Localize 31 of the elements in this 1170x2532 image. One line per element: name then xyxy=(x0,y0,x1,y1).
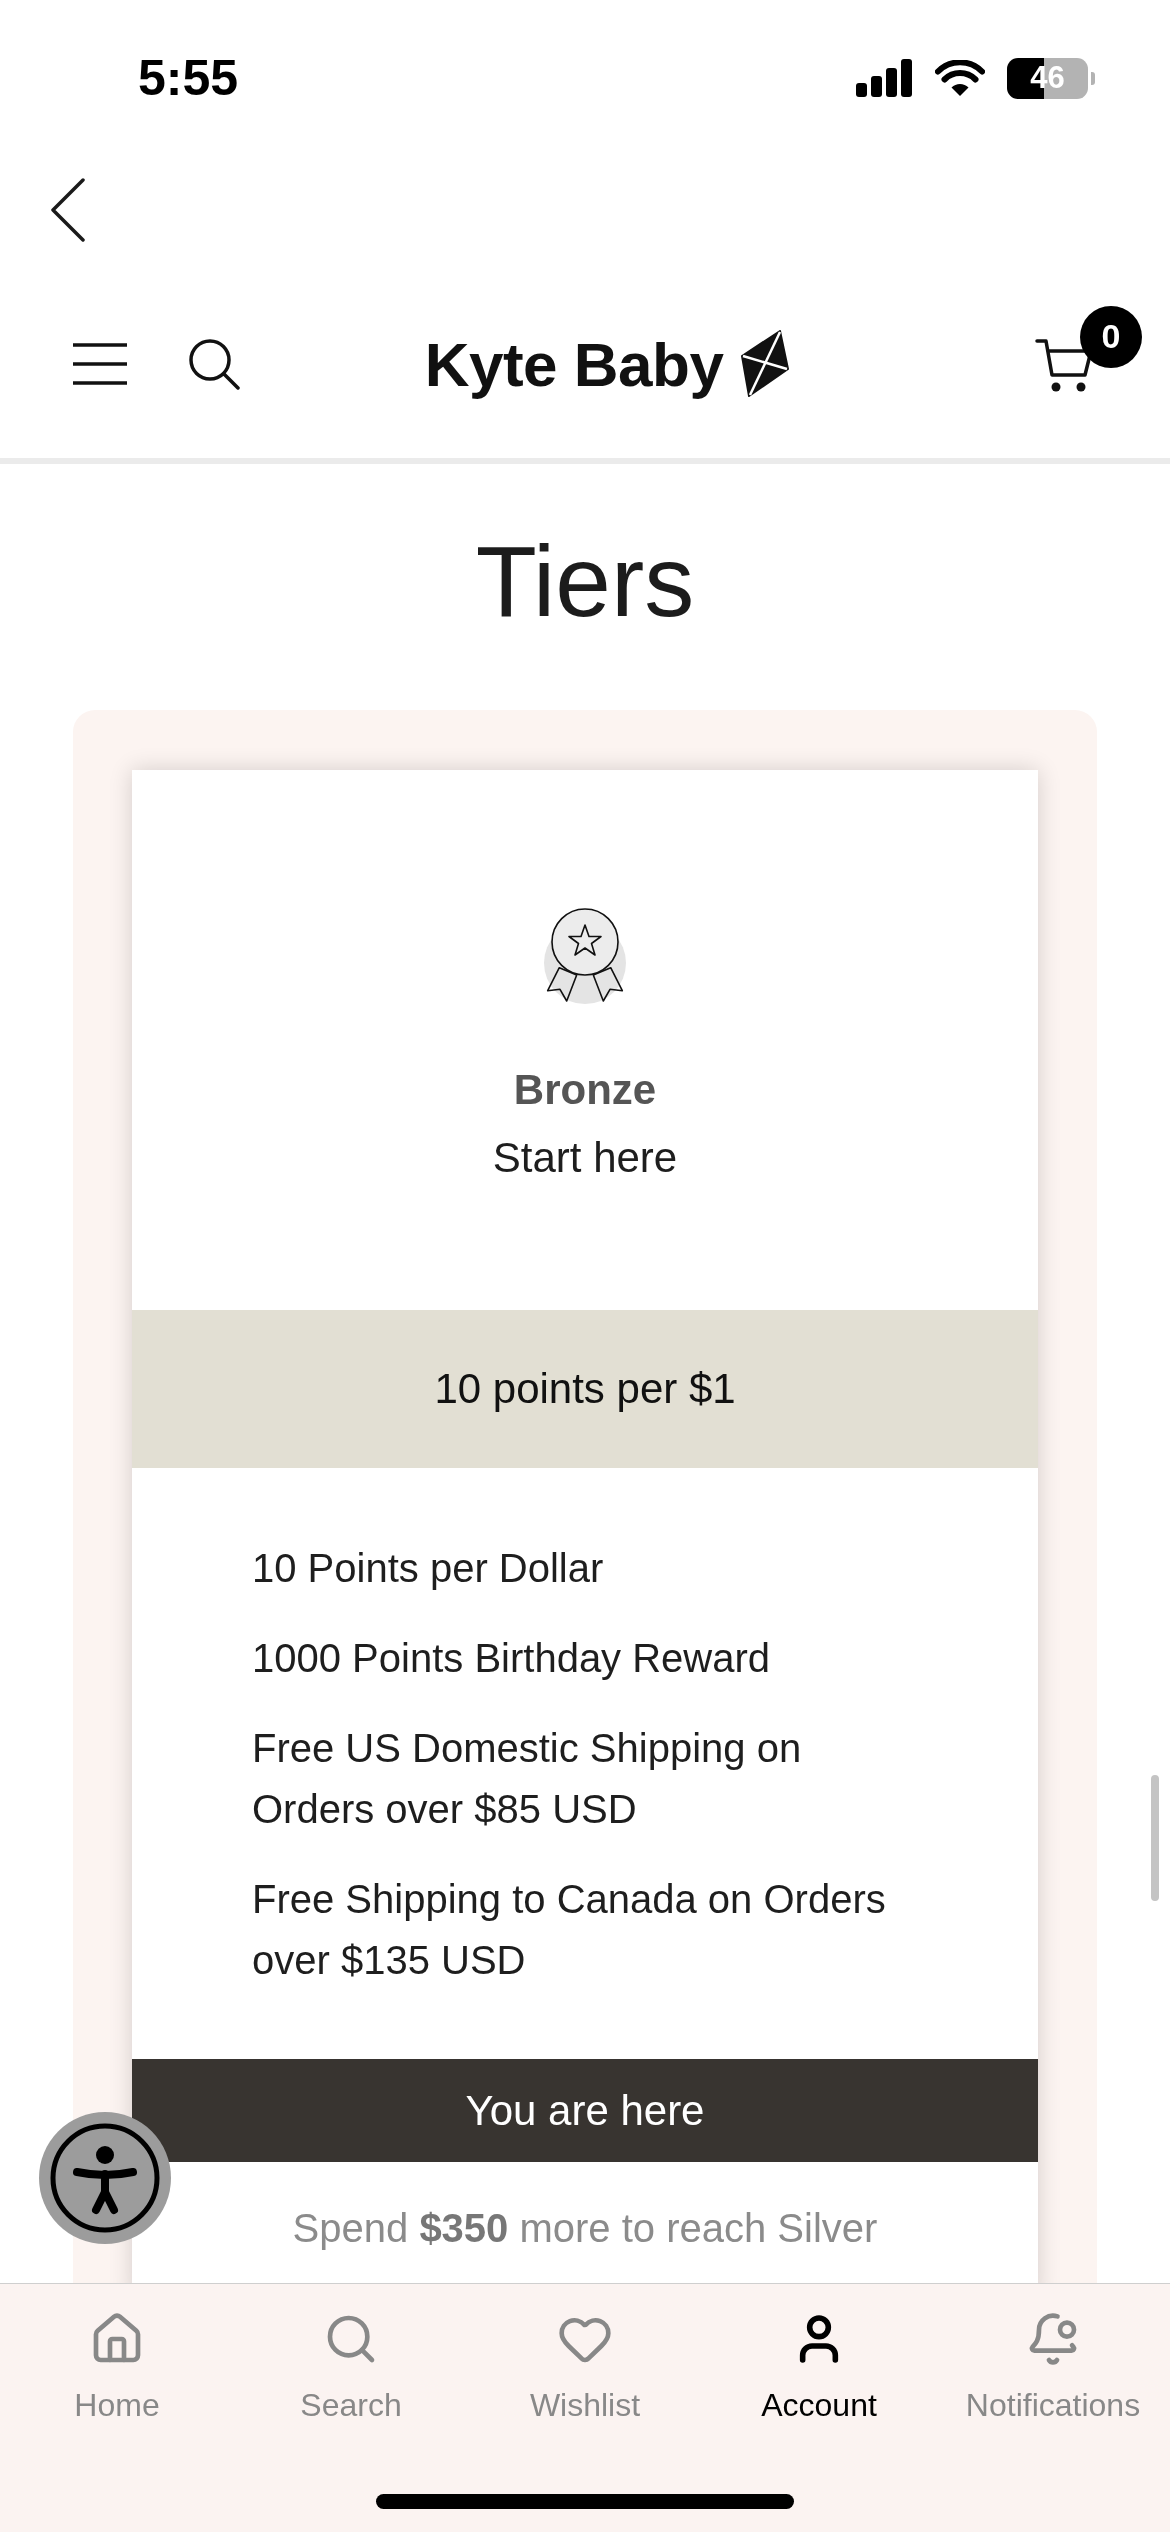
earn-rate-banner: 10 points per $1 xyxy=(132,1310,1038,1468)
wifi-icon xyxy=(935,59,985,97)
accessibility-icon xyxy=(49,2122,161,2234)
tier-name: Bronze xyxy=(513,1065,657,1115)
tab-bar-item[interactable]: Account xyxy=(761,2311,877,2423)
search-icon xyxy=(188,338,240,390)
search-button[interactable] xyxy=(188,338,240,390)
benefit-text: Free US Domestic Shipping on Orders over $85 USD xyxy=(252,1725,803,1833)
benefit-text: 10 Points per Dollar xyxy=(252,1545,605,1592)
status-time: 5:55 xyxy=(138,49,239,107)
chevron-left-icon xyxy=(50,178,86,242)
page-title: Tiers xyxy=(474,524,696,639)
progress-note: Spend $350 more to reach Silver xyxy=(291,2205,879,2252)
kite-icon xyxy=(739,330,790,398)
menu-icon xyxy=(72,343,128,385)
cart-icon xyxy=(1035,336,1093,393)
logo-link[interactable]: Kyte Baby xyxy=(424,328,790,400)
back-button[interactable] xyxy=(50,178,86,242)
tier-subtitle: Start here xyxy=(492,1133,678,1183)
menu-button[interactable] xyxy=(72,343,128,385)
benefit-text: Free Shipping to Canada on Orders over $135 USD xyxy=(252,1876,887,1984)
tab-bar-item[interactable]: Wishlist xyxy=(529,2311,641,2423)
medal-icon xyxy=(544,908,626,1004)
current-tier-banner: You are here xyxy=(132,2059,1038,2162)
tab-bar-item[interactable]: Notifications xyxy=(965,2311,1141,2423)
signal-icon xyxy=(856,59,913,97)
cart-button[interactable]: 0 xyxy=(1035,305,1142,393)
tab-bar-item[interactable]: Home xyxy=(74,2311,160,2423)
benefit-text: 1000 Points Birthday Reward xyxy=(252,1635,772,1682)
cart-count-badge: 0 xyxy=(1080,305,1142,368)
tab-bar-item[interactable]: Search xyxy=(300,2311,402,2423)
